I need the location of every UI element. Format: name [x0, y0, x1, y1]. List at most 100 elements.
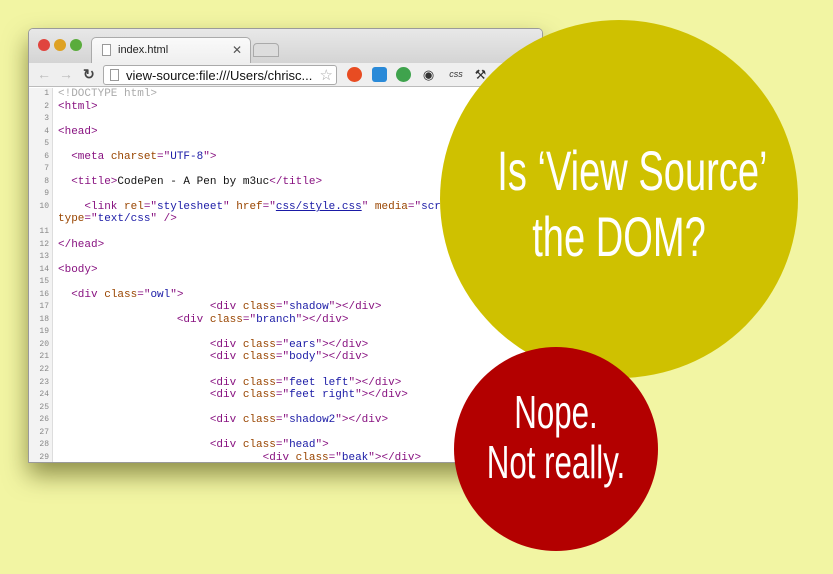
refresh-circle-extension-icon[interactable]: ◉ [421, 67, 436, 82]
line-number: 13 [39, 252, 49, 262]
code-line: 21 <div class="body"></div> [29, 351, 542, 364]
chat-bubble-extension-icon[interactable] [396, 67, 411, 82]
code-token: =" [242, 313, 257, 326]
line-number: 18 [39, 314, 49, 324]
answer-line-2: Not really. [486, 436, 626, 488]
url-text: view-source:file:///Users/chrisc... [126, 68, 313, 83]
code-token: CodePen - A Pen by m3uc [117, 175, 270, 188]
code-token: <!DOCTYPE html> [58, 88, 158, 100]
line-number: 22 [39, 365, 49, 375]
code-token: rel [124, 200, 144, 213]
minimize-window-button[interactable] [54, 39, 66, 51]
code-text: <body> [58, 264, 98, 277]
line-number: 11 [39, 227, 49, 237]
reload-icon[interactable]: ↻ [83, 66, 95, 83]
code-token: <title> [71, 175, 118, 188]
code-text: <meta charset="UTF-8"> [58, 151, 216, 164]
code-token: feet left [289, 376, 349, 389]
code-token: =" [275, 338, 290, 351]
line-number: 29 [39, 452, 49, 462]
bookmark-star-icon[interactable]: ☆ [320, 66, 333, 84]
line-number: 12 [39, 239, 49, 249]
address-bar[interactable]: view-source:file:///Users/chrisc... ☆ [103, 65, 337, 85]
code-line: 19 [29, 326, 542, 339]
line-number: 1 [44, 89, 49, 98]
code-token: charset [110, 150, 158, 163]
code-token: media [374, 200, 408, 213]
line-number: 23 [39, 377, 49, 387]
line-number: 9 [44, 189, 49, 199]
code-text: <div class="branch"></div> [58, 313, 349, 327]
code-token: "></div> [295, 313, 349, 326]
line-number: 10 [39, 201, 49, 211]
code-token: "></div> [315, 338, 369, 351]
code-token: "> [203, 150, 217, 163]
screen-capture-extension-icon[interactable] [372, 67, 387, 82]
line-number: 19 [39, 327, 49, 337]
line-number: 27 [39, 427, 49, 437]
answer-callout: Nope. Not really. [454, 347, 658, 551]
code-token: <html> [58, 100, 98, 113]
close-window-button[interactable] [38, 39, 50, 51]
code-token: class [242, 301, 276, 314]
code-token: =" [275, 389, 290, 402]
santa-extension-icon[interactable] [347, 67, 362, 82]
code-token: <link [84, 200, 125, 213]
answer-line-1: Nope. [514, 386, 598, 438]
code-token: <head> [58, 125, 98, 138]
close-tab-icon[interactable]: ✕ [232, 43, 242, 57]
line-number: 2 [44, 101, 49, 111]
code-token: "></div> [335, 414, 389, 427]
code-token: =" [143, 200, 158, 213]
code-token: " [223, 200, 237, 213]
code-token: =" [275, 376, 290, 389]
line-number: 17 [39, 302, 49, 312]
code-token: owl [150, 288, 171, 301]
code-text: <div class="body"></div> [58, 351, 368, 364]
line-number: 4 [44, 126, 49, 136]
forward-arrow-icon[interactable]: → [59, 66, 73, 82]
code-token: class [242, 414, 276, 427]
code-text: </head> [58, 239, 104, 252]
code-token: =" [84, 213, 98, 226]
code-token: class [242, 389, 276, 402]
code-text: <link rel="stylesheet" href="css/style.c… [58, 201, 467, 214]
code-token: body [289, 351, 316, 364]
tab-title: index.html [118, 44, 169, 56]
code-token: " /> [150, 213, 177, 226]
code-text: <title>CodePen - A Pen by m3uc</title> [58, 176, 322, 189]
code-line: 20 <div class="ears"></div> [29, 339, 542, 352]
code-token: <div [209, 389, 243, 402]
code-token: UTF-8 [170, 150, 204, 163]
code-token: <div [209, 414, 243, 427]
code-token: <div [209, 376, 243, 389]
back-arrow-icon[interactable]: ← [37, 66, 51, 82]
code-line: 17 <div class="shadow"></div> [29, 301, 542, 314]
code-token: branch [256, 313, 296, 326]
line-number: 24 [39, 390, 49, 400]
code-token: "> [170, 288, 184, 301]
question-line-1: Is ‘View Source’ [497, 139, 768, 202]
css-extension-icon[interactable]: css [445, 67, 467, 82]
code-token: =" [262, 200, 276, 213]
code-token: =" [275, 439, 290, 452]
code-token: <body> [58, 263, 98, 276]
code-token[interactable]: css/style.css [276, 201, 362, 213]
line-number: 25 [39, 402, 49, 412]
line-number: 28 [39, 440, 49, 450]
code-token: "></div> [315, 351, 369, 364]
code-token: class [104, 288, 138, 301]
line-number: 26 [39, 415, 49, 425]
code-token: class [295, 451, 329, 463]
code-token: "> [315, 439, 329, 452]
code-token: shadow [289, 301, 329, 314]
tab-index-html[interactable]: index.html ✕ [91, 37, 251, 63]
question-callout: Is ‘View Source’ the DOM? [440, 20, 798, 378]
code-token: class [242, 376, 276, 389]
new-tab-button[interactable] [253, 43, 279, 57]
zoom-window-button[interactable] [70, 39, 82, 51]
